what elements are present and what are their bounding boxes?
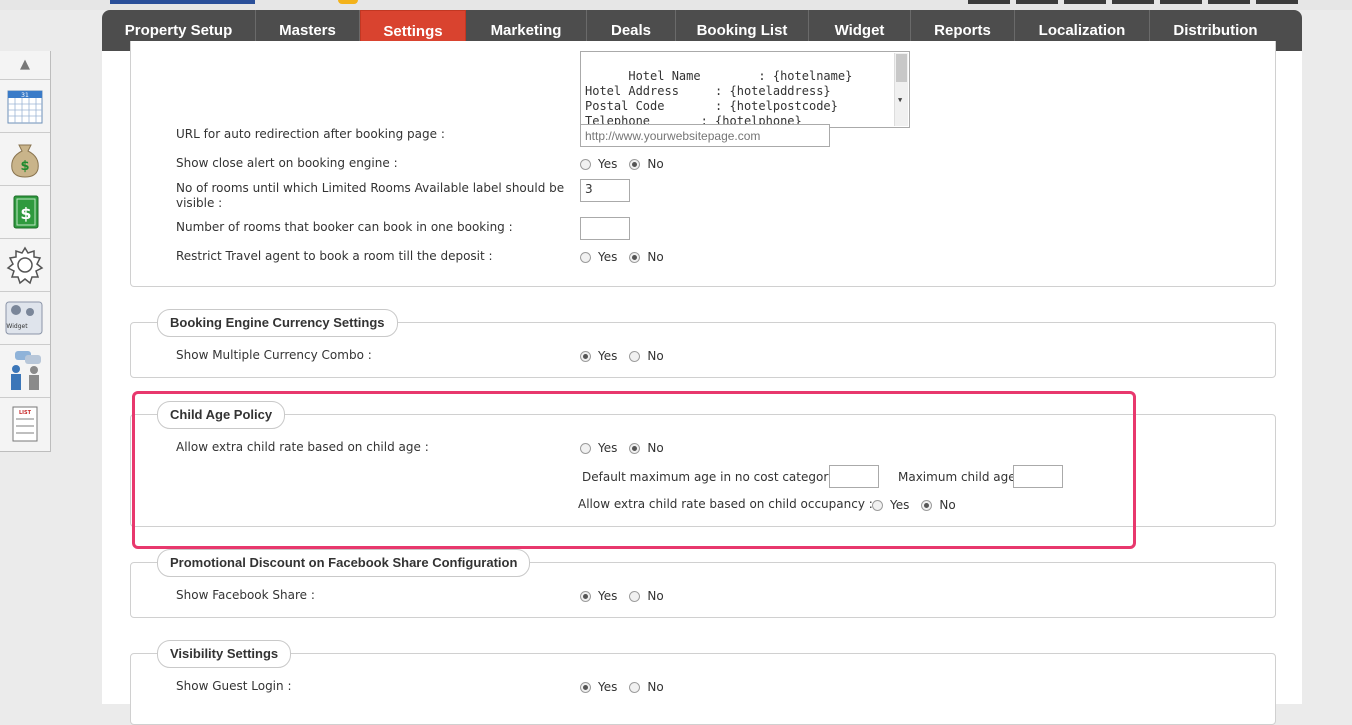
restrict-ta-yes-radio[interactable] (580, 251, 591, 263)
template-text: Hotel Name : {hotelname} Hotel Address :… (585, 69, 853, 128)
facebook-section-title: Promotional Discount on Facebook Share C… (157, 549, 531, 577)
svg-text:LIST: LIST (19, 410, 32, 416)
header-button (1016, 0, 1058, 4)
option-label: No (647, 589, 664, 603)
option-label: No (647, 680, 664, 694)
gear-icon[interactable] (0, 239, 50, 292)
restrict-ta-no-radio[interactable] (629, 251, 641, 263)
logo-strip (110, 0, 255, 4)
scroll-down-icon[interactable]: ▼ (898, 93, 902, 108)
svg-text:$: $ (20, 159, 29, 174)
facebook-share-label: Show Facebook Share : (176, 588, 315, 602)
header-button (1064, 0, 1106, 4)
facebook-share-yes-radio[interactable] (580, 590, 591, 602)
option-label: Yes (598, 157, 618, 171)
dollar-bill-icon[interactable]: $ (0, 186, 50, 239)
limited-rooms-label: No of rooms until which Limited Rooms Av… (176, 181, 565, 210)
close-alert-no-radio[interactable] (629, 158, 641, 170)
visibility-section-title: Visibility Settings (157, 640, 292, 668)
option-label: Yes (598, 589, 618, 603)
option-label: Yes (598, 349, 618, 363)
money-bag-icon[interactable]: $ (0, 133, 50, 186)
multi-currency-no-radio[interactable] (629, 350, 641, 362)
header-button (1112, 0, 1154, 4)
multi-currency-label: Show Multiple Currency Combo : (176, 348, 372, 362)
highlight-box (132, 391, 1136, 549)
rooms-per-booking-input[interactable] (580, 217, 630, 240)
close-alert-yes-radio[interactable] (580, 158, 591, 170)
rooms-per-booking-label: Number of rooms that booker can book in … (176, 220, 513, 234)
booking-engine-settings-box: Hotel Name : {hotelname} Hotel Address :… (130, 41, 1276, 287)
facebook-share-options: Yes No (580, 589, 676, 603)
currency-settings-box: Booking Engine Currency Settings Show Mu… (130, 309, 1276, 378)
multi-currency-options: Yes No (580, 349, 676, 363)
calendar-icon[interactable]: 31 (0, 80, 50, 133)
limited-rooms-input[interactable]: 3 (580, 179, 630, 202)
left-toolbar: ▲ 31 $ $ Widget LIST (0, 51, 51, 452)
option-label: No (647, 250, 664, 264)
scroll-up-icon[interactable]: ▲ (0, 51, 50, 80)
facebook-share-box: Promotional Discount on Facebook Share C… (130, 549, 1276, 618)
option-label: No (647, 349, 664, 363)
facebook-share-no-radio[interactable] (629, 590, 641, 602)
header-button (968, 0, 1010, 4)
settings-content: Hotel Name : {hotelname} Hotel Address :… (102, 41, 1302, 725)
top-strip (0, 0, 1352, 10)
guest-login-no-radio[interactable] (629, 681, 641, 693)
users-chat-icon[interactable] (0, 345, 50, 398)
redirect-url-label: URL for auto redirection after booking p… (176, 127, 445, 141)
visibility-settings-box: Visibility Settings Show Guest Login : Y… (130, 640, 1276, 725)
svg-text:31: 31 (21, 92, 29, 99)
multi-currency-yes-radio[interactable] (580, 350, 591, 362)
option-label: Yes (598, 250, 618, 264)
guest-login-label: Show Guest Login : (176, 679, 292, 693)
option-label: Yes (598, 680, 618, 694)
header-button (1160, 0, 1202, 4)
address-template-textarea[interactable]: Hotel Name : {hotelname} Hotel Address :… (580, 51, 910, 128)
list-icon[interactable]: LIST (0, 398, 50, 450)
guest-login-options: Yes No (580, 680, 676, 694)
restrict-ta-options: Yes No (580, 250, 676, 264)
svg-text:$: $ (20, 204, 31, 223)
header-button (1256, 0, 1298, 4)
close-alert-label: Show close alert on booking engine : (176, 156, 398, 170)
restrict-ta-label: Restrict Travel agent to book a room til… (176, 249, 493, 263)
widget-icon[interactable]: Widget (0, 292, 50, 345)
textarea-scrollbar[interactable]: ▼ (894, 53, 908, 126)
currency-section-title: Booking Engine Currency Settings (157, 309, 398, 337)
logo-accent (338, 0, 358, 4)
header-button (1208, 0, 1250, 4)
guest-login-yes-radio[interactable] (580, 681, 591, 693)
close-alert-options: Yes No (580, 157, 676, 171)
option-label: No (647, 157, 664, 171)
redirect-url-input[interactable] (580, 124, 830, 147)
svg-text:Widget: Widget (6, 323, 28, 330)
